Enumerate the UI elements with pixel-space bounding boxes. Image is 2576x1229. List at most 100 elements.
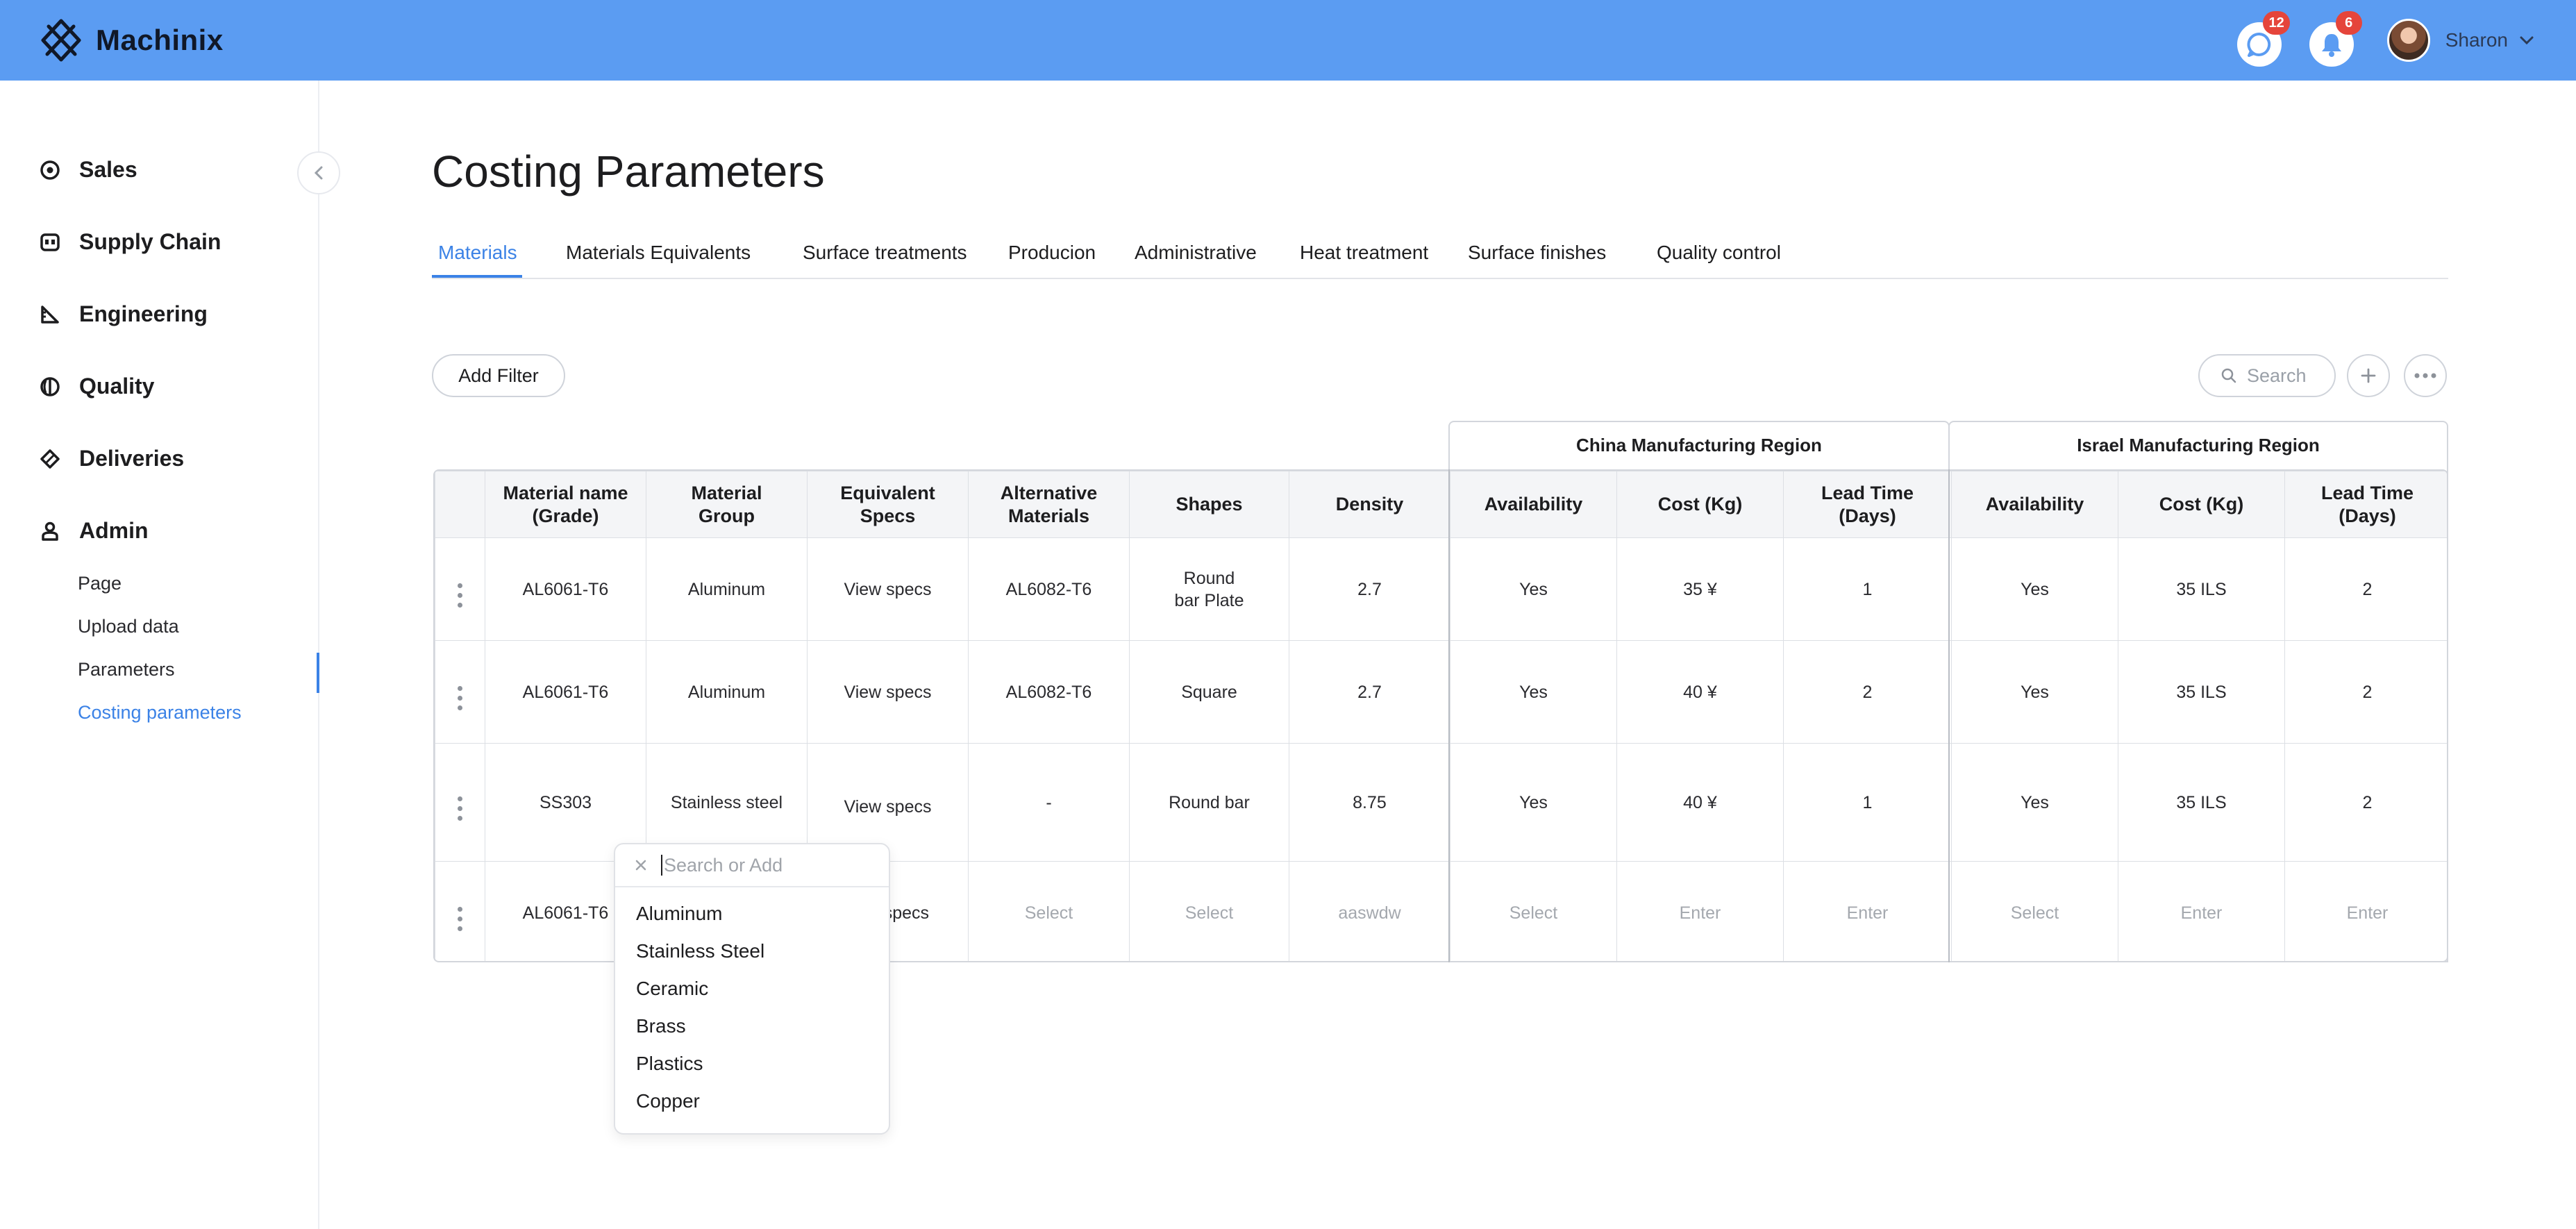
shapes-select[interactable]: Select xyxy=(1129,861,1289,961)
table-cell[interactable]: Yes xyxy=(1450,640,1617,744)
tab-surface-treatments[interactable]: Surface treatments xyxy=(803,242,967,264)
table-cell[interactable]: AL6082-T6 xyxy=(968,537,1130,641)
dropdown-option[interactable]: Brass xyxy=(636,1015,686,1037)
column-header[interactable]: Availability xyxy=(1450,471,1617,538)
brand[interactable]: Machinix xyxy=(39,18,224,62)
table-cell[interactable]: 8.75 xyxy=(1289,743,1450,862)
dropdown-option[interactable]: Plastics xyxy=(636,1053,703,1075)
table-cell[interactable]: Round bar Plate xyxy=(1129,537,1289,641)
tab-materials-equivalents[interactable]: Materials Equivalents xyxy=(566,242,751,264)
table-cell[interactable]: 2 xyxy=(2284,537,2447,641)
table-cell[interactable]: 35 ¥ xyxy=(1616,537,1784,641)
sidebar-item-deliveries[interactable]: Deliveries xyxy=(39,446,184,471)
sidebar-item-supply-chain[interactable]: Supply Chain xyxy=(39,229,221,255)
table-cell[interactable]: Yes xyxy=(1951,537,2118,641)
table-cell[interactable]: View specs xyxy=(807,640,969,744)
tab-administrative[interactable]: Administrative xyxy=(1135,242,1257,264)
table-cell[interactable]: 40 ¥ xyxy=(1616,640,1784,744)
column-header[interactable]: Lead Time (Days) xyxy=(1783,471,1952,538)
table-cell[interactable]: 35 ILS xyxy=(2118,640,2285,744)
dropdown-search-input[interactable]: Search or Add xyxy=(615,844,889,887)
dropdown-option[interactable]: Copper xyxy=(636,1090,700,1112)
table-cell[interactable]: 2 xyxy=(2284,743,2447,862)
alternative-materials-select[interactable]: Select xyxy=(968,861,1130,961)
table-cell[interactable]: 1 xyxy=(1783,743,1952,862)
israel-cost-input[interactable]: Enter xyxy=(2118,861,2285,961)
sidebar-subitem-upload-data[interactable]: Upload data xyxy=(78,616,179,637)
table-cell[interactable]: Yes xyxy=(1951,743,2118,862)
row-menu-button[interactable] xyxy=(435,743,485,862)
table-cell[interactable]: Square xyxy=(1129,640,1289,744)
sidebar-item-sales[interactable]: Sales xyxy=(39,157,137,183)
column-header[interactable]: Material name (Grade) xyxy=(485,471,646,538)
table-cell[interactable]: Yes xyxy=(1450,537,1617,641)
sidebar-item-admin[interactable]: Admin xyxy=(39,518,149,544)
column-header[interactable]: Shapes xyxy=(1129,471,1289,538)
row-menu-button[interactable] xyxy=(435,537,485,641)
column-header[interactable]: Equivalent Specs xyxy=(807,471,969,538)
table-cell[interactable]: 35 ILS xyxy=(2118,743,2285,862)
israel-availability-select[interactable]: Select xyxy=(1951,861,2118,961)
table-cell[interactable]: 40 ¥ xyxy=(1616,743,1784,862)
china-lead-time-input[interactable]: Enter xyxy=(1783,861,1952,961)
sidebar-item-engineering[interactable]: Engineering xyxy=(39,301,208,327)
notifications-button[interactable]: 6 xyxy=(2305,11,2362,67)
table-cell[interactable]: 35 ILS xyxy=(2118,537,2285,641)
user-menu[interactable]: Sharon xyxy=(2386,19,2534,62)
table-cell[interactable]: Aluminum xyxy=(646,640,808,744)
israel-lead-time-input[interactable]: Enter xyxy=(2284,861,2447,961)
add-filter-button[interactable]: Add Filter xyxy=(432,354,565,397)
more-options-button[interactable] xyxy=(2404,354,2447,397)
table-cell[interactable]: AL6082-T6 xyxy=(968,640,1130,744)
china-region-header: China Manufacturing Region xyxy=(1576,434,1822,455)
sidebar-item-quality[interactable]: Quality xyxy=(39,374,154,399)
dropdown-option[interactable]: Ceramic xyxy=(636,978,708,1000)
collapse-sidebar-button[interactable] xyxy=(297,151,340,194)
table-row: AL6061-T6 Aluminum View specs AL6082-T6 … xyxy=(435,640,2447,744)
table-cell[interactable]: 2 xyxy=(2284,640,2447,744)
sidebar-subitem-page[interactable]: Page xyxy=(78,573,122,594)
messages-button[interactable]: 12 xyxy=(2233,11,2290,67)
table-cell[interactable]: Yes xyxy=(1450,743,1617,862)
density-input[interactable]: aaswdw xyxy=(1289,861,1450,961)
kebab-icon xyxy=(458,796,462,821)
notifications-badge: 6 xyxy=(2335,11,2362,35)
column-header[interactable]: Alternative Materials xyxy=(968,471,1130,538)
column-header[interactable]: Material Group xyxy=(646,471,808,538)
table-cell[interactable]: Aluminum xyxy=(646,537,808,641)
column-header[interactable]: Density xyxy=(1289,471,1450,538)
tab-producion[interactable]: Producion xyxy=(1008,242,1096,264)
search-input[interactable]: Search xyxy=(2198,354,2336,397)
dropdown-option[interactable]: Stainless Steel xyxy=(636,940,764,962)
china-availability-select[interactable]: Select xyxy=(1450,861,1617,961)
add-button[interactable] xyxy=(2347,354,2390,397)
table-cell[interactable]: View specs xyxy=(807,537,969,641)
tab-heat-treatment[interactable]: Heat treatment xyxy=(1300,242,1428,264)
app-name: Machinix xyxy=(96,24,224,56)
column-header[interactable]: Cost (Kg) xyxy=(2118,471,2285,538)
top-bar: Machinix 12 6 Sharon xyxy=(0,0,2576,81)
table-cell[interactable]: 2.7 xyxy=(1289,640,1450,744)
table-cell[interactable]: AL6061-T6 xyxy=(485,537,646,641)
china-cost-input[interactable]: Enter xyxy=(1616,861,1784,961)
table-cell[interactable]: 2 xyxy=(1783,640,1952,744)
tab-materials[interactable]: Materials xyxy=(438,242,517,264)
table-cell[interactable]: AL6061-T6 xyxy=(485,640,646,744)
table-cell[interactable]: Yes xyxy=(1951,640,2118,744)
dropdown-option[interactable]: Aluminum xyxy=(636,903,722,925)
kebab-icon xyxy=(458,906,462,931)
table-cell[interactable]: - xyxy=(968,743,1130,862)
tab-surface-finishes[interactable]: Surface finishes xyxy=(1468,242,1606,264)
row-menu-button[interactable] xyxy=(435,861,485,961)
sidebar-subitem-parameters[interactable]: Parameters xyxy=(78,659,175,680)
row-menu-button[interactable] xyxy=(435,640,485,744)
tab-quality-control[interactable]: Quality control xyxy=(1657,242,1781,264)
column-header[interactable]: Lead Time (Days) xyxy=(2284,471,2447,538)
column-header[interactable]: Availability xyxy=(1951,471,2118,538)
sidebar-subitem-costing-parameters[interactable]: Costing parameters xyxy=(78,702,242,724)
table-cell[interactable]: 1 xyxy=(1783,537,1952,641)
table-cell[interactable]: 2.7 xyxy=(1289,537,1450,641)
close-icon[interactable] xyxy=(635,859,647,871)
column-header[interactable]: Cost (Kg) xyxy=(1616,471,1784,538)
table-cell[interactable]: Round bar xyxy=(1129,743,1289,862)
